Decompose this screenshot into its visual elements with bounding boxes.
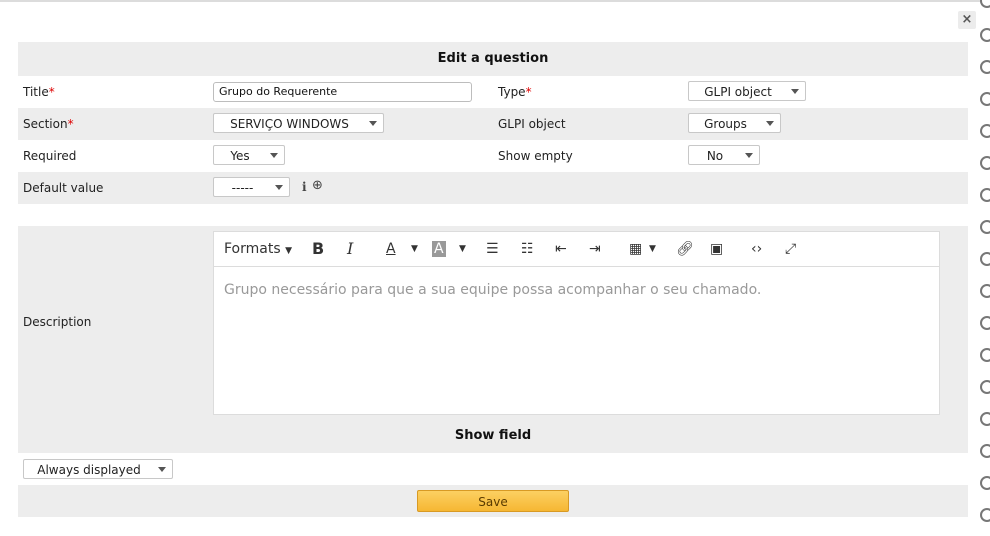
type-select[interactable]: GLPI object [688, 81, 806, 101]
spacer-row [18, 204, 968, 226]
row-default-value: Default value ----- i ⊕ [18, 172, 968, 204]
chevron-down-icon [270, 153, 278, 158]
fullscreen-icon[interactable]: ⤢ [785, 232, 796, 266]
numbered-list-icon[interactable]: ☷ [521, 232, 534, 266]
edit-question-form: Edit a question Title* Grupo do Requeren… [18, 42, 968, 517]
show-empty-label: Show empty [498, 149, 573, 163]
show-empty-select[interactable]: No [688, 145, 760, 165]
chevron-down-icon [745, 153, 753, 158]
chevron-down-icon [766, 121, 774, 126]
row-title-type: Title* Grupo do Requerente Type* GLPI ob… [18, 76, 968, 108]
type-label: Type* [498, 85, 532, 99]
section-select[interactable]: SERVIÇO WINDOWS [213, 113, 384, 133]
chevron-down-icon [158, 467, 166, 472]
default-value-label: Default value [23, 181, 104, 195]
chevron-down-icon[interactable]: ▼ [459, 232, 466, 266]
table-icon[interactable]: ▦ [629, 232, 642, 266]
description-label: Description [23, 315, 92, 329]
row-description: Description Formats ▼ B I A ▼ A ▼ ☰ ☷ ⇤ … [18, 226, 968, 419]
title-input[interactable]: Grupo do Requerente [213, 82, 472, 102]
row-save: Save [18, 485, 968, 517]
chevron-down-icon[interactable]: ▼ [649, 232, 656, 266]
show-field-select[interactable]: Always displayed [23, 459, 173, 479]
add-icon[interactable]: ⊕ [312, 178, 323, 193]
chevron-down-icon [275, 185, 283, 190]
dialog-title: Edit a question [18, 42, 968, 76]
required-label: Required [23, 149, 77, 163]
default-value-select[interactable]: ----- [213, 177, 290, 197]
background-color-icon[interactable]: A [432, 232, 446, 266]
row-show-field: Always displayed [18, 453, 968, 485]
close-icon[interactable]: × [958, 11, 976, 29]
code-icon[interactable]: ‹› [751, 232, 762, 266]
top-border [0, 0, 990, 2]
info-icon[interactable]: i [302, 180, 307, 194]
side-rings-decoration [980, 0, 990, 536]
editor-toolbar: Formats ▼ B I A ▼ A ▼ ☰ ☷ ⇤ ⇥ ▦ ▼ 🔗︎ ▣ ‹… [214, 232, 939, 267]
title-label: Title* [23, 85, 55, 99]
row-section-object: Section* SERVIÇO WINDOWS GLPI object Gro… [18, 108, 968, 140]
glpi-object-label: GLPI object [498, 117, 566, 131]
rich-text-editor: Formats ▼ B I A ▼ A ▼ ☰ ☷ ⇤ ⇥ ▦ ▼ 🔗︎ ▣ ‹… [213, 231, 940, 415]
bold-icon[interactable]: B [312, 232, 324, 266]
bullet-list-icon[interactable]: ☰ [486, 232, 499, 266]
link-icon[interactable]: 🔗︎ [676, 232, 694, 266]
indent-icon[interactable]: ⇥ [589, 232, 601, 266]
section-label: Section* [23, 117, 74, 131]
editor-content[interactable]: Grupo necessário para que a sua equipe p… [224, 282, 761, 298]
chevron-down-icon[interactable]: ▼ [411, 232, 418, 266]
row-required-showempty: Required Yes Show empty No [18, 140, 968, 172]
save-button[interactable]: Save [417, 490, 569, 512]
outdent-icon[interactable]: ⇤ [555, 232, 567, 266]
show-field-header: Show field [18, 419, 968, 453]
italic-icon[interactable]: I [347, 232, 353, 266]
chevron-down-icon [369, 121, 377, 126]
image-icon[interactable]: ▣ [710, 232, 723, 266]
glpi-object-select[interactable]: Groups [688, 113, 781, 133]
required-select[interactable]: Yes [213, 145, 285, 165]
formats-menu[interactable]: Formats ▼ [224, 232, 292, 266]
text-color-icon[interactable]: A [386, 232, 396, 266]
chevron-down-icon [791, 89, 799, 94]
